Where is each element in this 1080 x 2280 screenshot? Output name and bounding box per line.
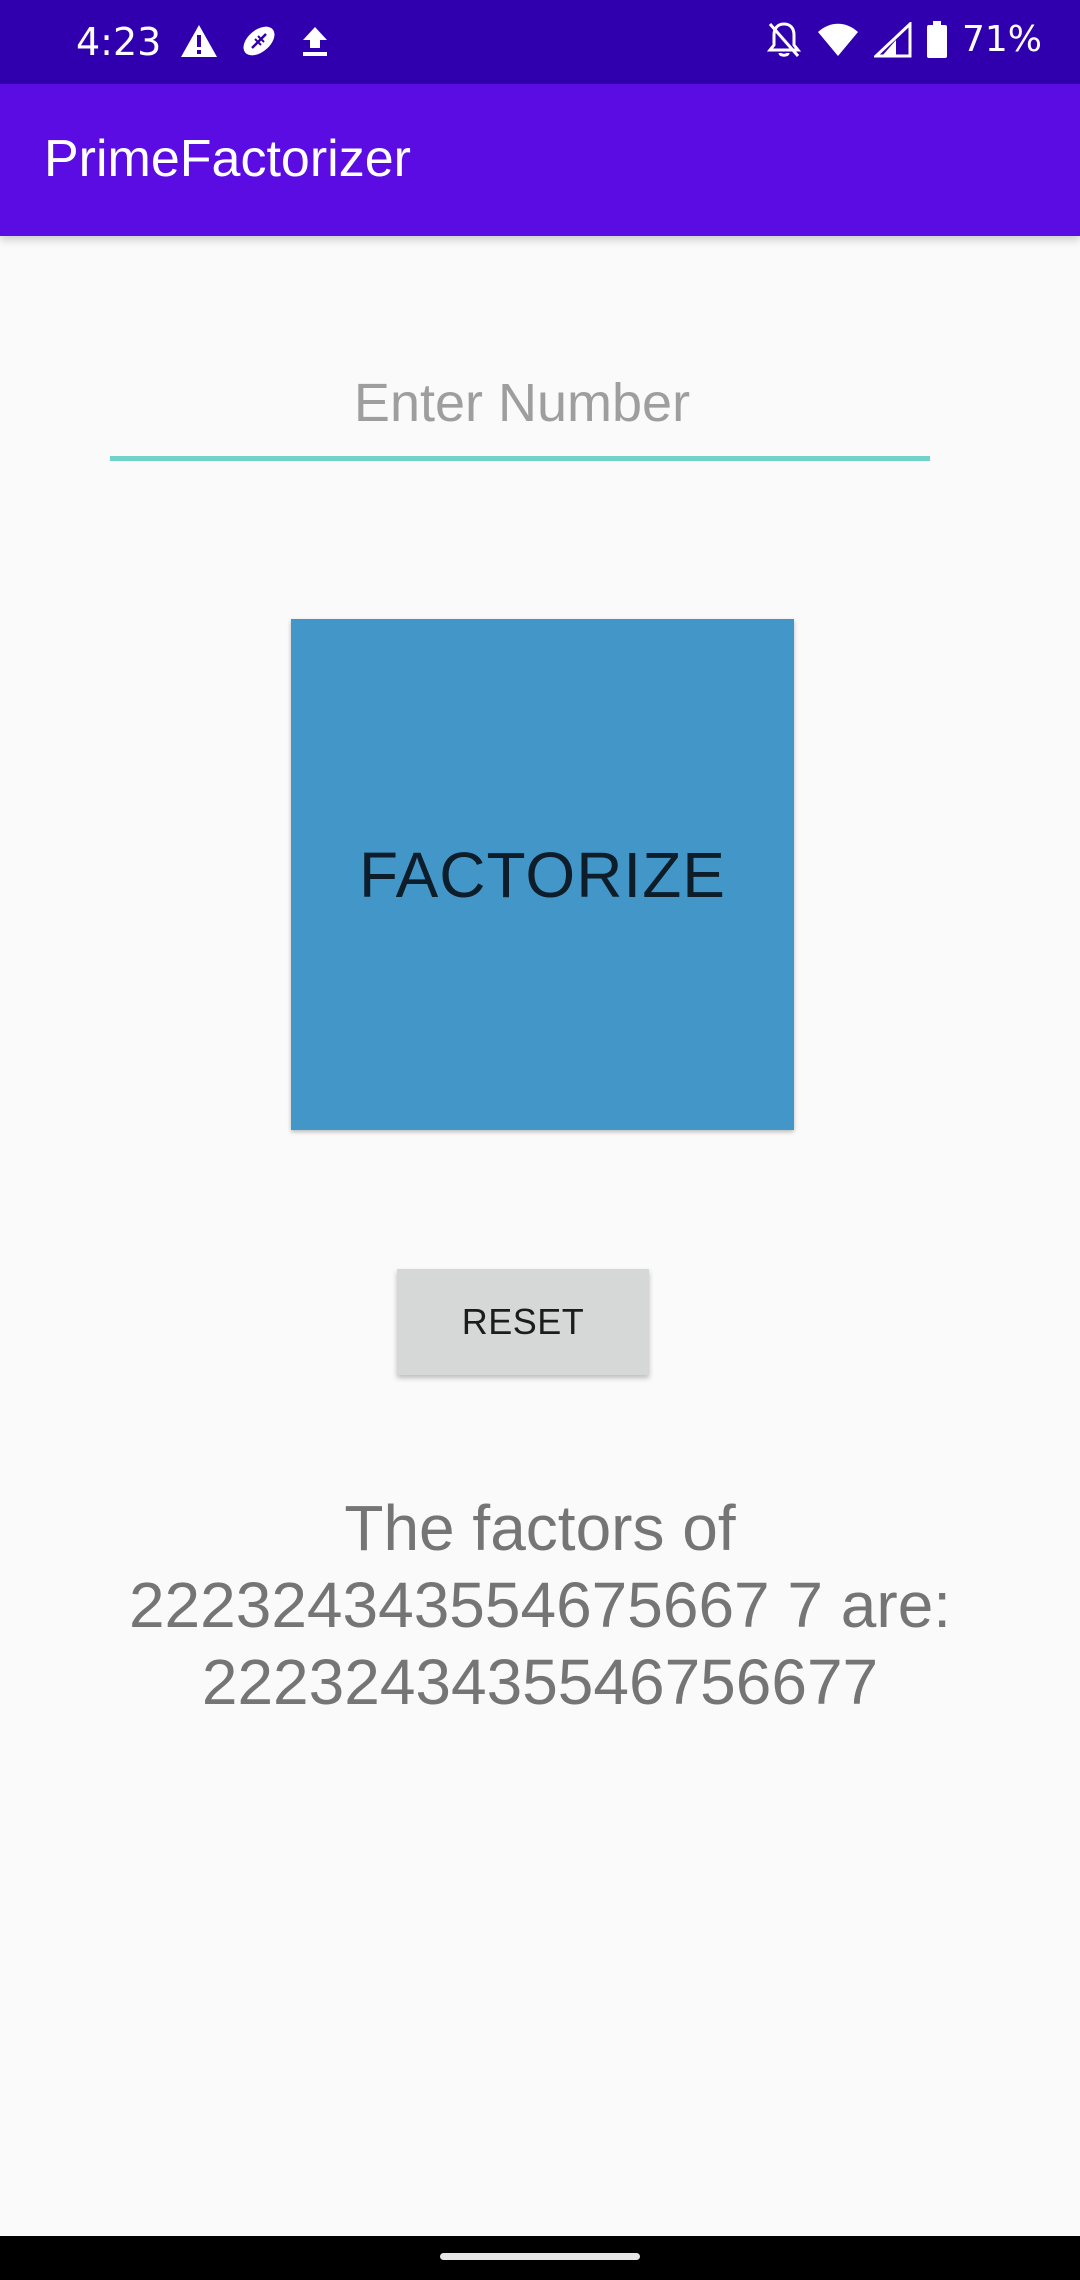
status-time: 4:23 bbox=[76, 20, 162, 64]
number-field bbox=[110, 350, 934, 462]
battery-icon bbox=[926, 21, 948, 59]
status-left-icons bbox=[180, 22, 330, 60]
result-line-3: 2223243435546756677 bbox=[201, 1646, 879, 1718]
wifi-icon bbox=[816, 22, 860, 58]
home-handle[interactable] bbox=[440, 2253, 640, 2260]
warning-icon bbox=[180, 24, 218, 58]
notifications-off-icon bbox=[766, 20, 802, 60]
factorize-button[interactable]: FACTORIZE bbox=[291, 619, 794, 1130]
input-underline bbox=[110, 456, 930, 461]
reset-button[interactable]: RESET bbox=[397, 1269, 649, 1375]
result-line-1: The factors of bbox=[344, 1492, 736, 1564]
screen: 4:23 71% PrimeFactorizer Enter Number FA… bbox=[0, 0, 1080, 2280]
status-right: 71% bbox=[766, 18, 1042, 62]
result-text: The factors of 222324343554675667 7 are:… bbox=[60, 1490, 1020, 1721]
result-line-2: 222324343554675667 7 are: bbox=[128, 1569, 952, 1641]
app-title: PrimeFactorizer bbox=[44, 130, 411, 188]
upload-icon bbox=[300, 25, 330, 57]
football-icon bbox=[240, 22, 278, 60]
number-input[interactable] bbox=[110, 350, 934, 456]
navigation-bar bbox=[0, 2236, 1080, 2280]
status-bar: 4:23 71% bbox=[0, 0, 1080, 84]
battery-level: 71% bbox=[961, 19, 1042, 60]
app-bar: PrimeFactorizer bbox=[0, 84, 1080, 236]
signal-icon bbox=[873, 22, 912, 58]
